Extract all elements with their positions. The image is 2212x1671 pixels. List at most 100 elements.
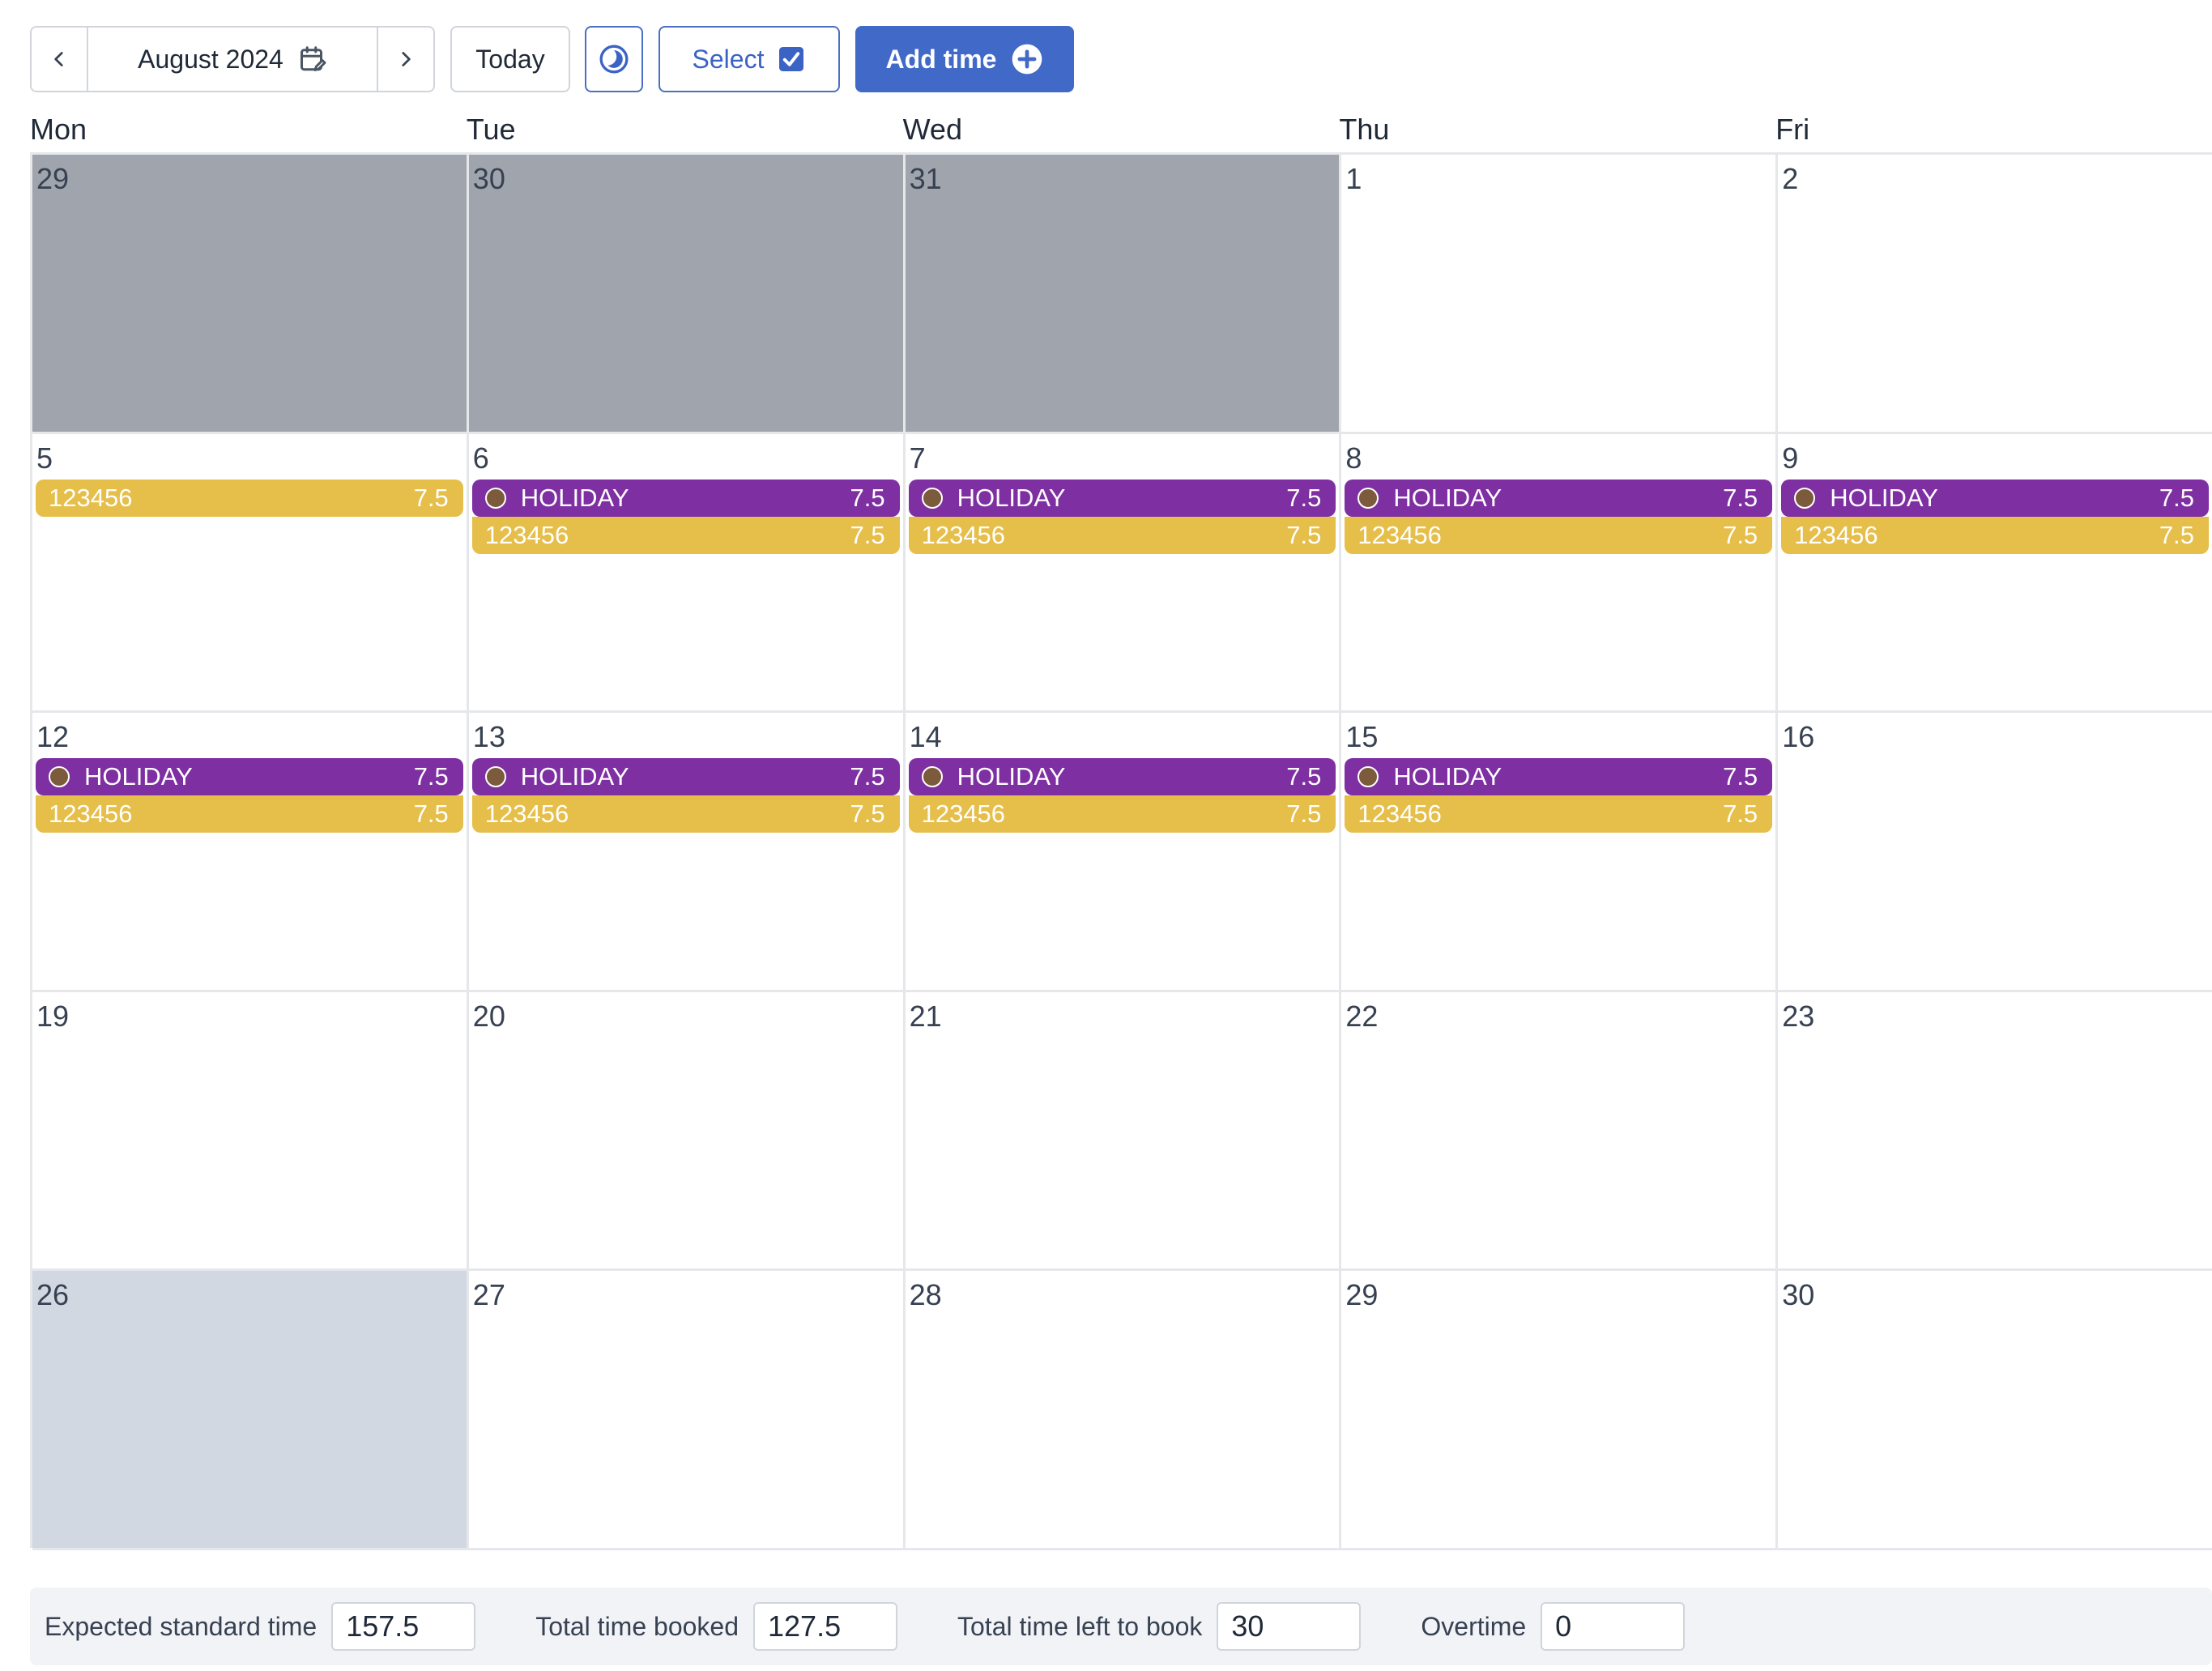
select-button[interactable]: Select bbox=[658, 26, 840, 92]
calendar-edit-icon bbox=[300, 46, 326, 71]
project-time-entry[interactable]: 123456 7.5 bbox=[471, 516, 900, 554]
day-cell[interactable]: 16 bbox=[1778, 713, 2212, 992]
holiday-entry[interactable]: HOLIDAY 7.5 bbox=[1781, 479, 2209, 517]
day-number: 16 bbox=[1782, 720, 1815, 754]
holiday-entry[interactable]: HOLIDAY 7.5 bbox=[36, 758, 463, 796]
time-entry-list: 123456 7.5 bbox=[36, 479, 463, 517]
total-time-booked: Total time booked bbox=[535, 1602, 897, 1651]
holiday-entry[interactable]: HOLIDAY 7.5 bbox=[1345, 479, 1773, 517]
entry-name: 123456 bbox=[484, 520, 569, 549]
day-number: 28 bbox=[909, 1278, 942, 1312]
day-cell[interactable]: 1 bbox=[1341, 155, 1779, 434]
project-time-entry[interactable]: 123456 7.5 bbox=[36, 479, 463, 517]
project-time-entry[interactable]: 123456 7.5 bbox=[908, 795, 1336, 833]
day-cell[interactable]: 2 bbox=[1778, 155, 2212, 434]
entry-name: HOLIDAY bbox=[1830, 483, 1938, 512]
entry-name: HOLIDAY bbox=[1393, 483, 1502, 512]
entry-name: 123456 bbox=[921, 799, 1006, 829]
entry-hours: 7.5 bbox=[850, 762, 885, 791]
total-time-left-label: Total time left to book bbox=[957, 1611, 1203, 1641]
day-cell[interactable]: 27 bbox=[468, 1271, 906, 1550]
expected-standard-time-field[interactable] bbox=[331, 1602, 476, 1651]
absence-status-icon bbox=[1357, 766, 1379, 788]
day-cell[interactable]: 20 bbox=[468, 991, 906, 1272]
absence-status-icon bbox=[1794, 487, 1816, 509]
project-time-entry[interactable]: 123456 7.5 bbox=[471, 795, 900, 833]
overtime: Overtime bbox=[1421, 1602, 1686, 1651]
calendar-toolbar: August 2024 Today Select Add time bbox=[30, 25, 1074, 93]
project-time-entry[interactable]: 123456 7.5 bbox=[1781, 516, 2209, 554]
day-cell[interactable]: 6 HOLIDAY 7.5 123456 7.5 bbox=[468, 433, 906, 714]
time-entry-list: HOLIDAY 7.5 123456 7.5 bbox=[908, 479, 1336, 554]
project-time-entry[interactable]: 123456 7.5 bbox=[1345, 795, 1773, 833]
entry-hours: 7.5 bbox=[1286, 483, 1322, 512]
holiday-entry[interactable]: HOLIDAY 7.5 bbox=[1345, 758, 1773, 796]
day-cell[interactable]: 21 bbox=[905, 991, 1342, 1272]
entry-name: 123456 bbox=[49, 483, 133, 512]
holiday-entry[interactable]: HOLIDAY 7.5 bbox=[908, 479, 1336, 517]
day-cell[interactable]: 19 bbox=[32, 991, 469, 1272]
day-cell[interactable]: 26 bbox=[32, 1271, 469, 1550]
previous-month-button[interactable] bbox=[32, 28, 87, 91]
entry-hours: 7.5 bbox=[413, 762, 449, 791]
month-grid: 29 30 31 1 2 5 123456 7.5 6 HOLIDAY 7.5 123456 7.5 7 H… bbox=[30, 152, 2212, 1550]
add-time-button[interactable]: Add time bbox=[855, 26, 1074, 92]
absence-status-icon bbox=[921, 487, 943, 509]
holiday-entry[interactable]: HOLIDAY 7.5 bbox=[908, 758, 1336, 796]
entry-hours: 7.5 bbox=[1286, 520, 1322, 549]
project-time-entry[interactable]: 123456 7.5 bbox=[908, 516, 1336, 554]
holiday-entry[interactable]: HOLIDAY 7.5 bbox=[471, 479, 900, 517]
total-time-left-field[interactable] bbox=[1217, 1602, 1362, 1651]
day-cell[interactable]: 30 bbox=[468, 155, 906, 434]
time-entry-list: HOLIDAY 7.5 123456 7.5 bbox=[471, 479, 900, 554]
entry-hours: 7.5 bbox=[2159, 483, 2194, 512]
day-cell[interactable]: 22 bbox=[1341, 991, 1779, 1272]
entry-name: HOLIDAY bbox=[520, 762, 629, 791]
plus-circle-icon bbox=[1012, 44, 1042, 75]
day-number: 7 bbox=[909, 441, 926, 475]
day-cell[interactable]: 7 HOLIDAY 7.5 123456 7.5 bbox=[905, 433, 1342, 714]
day-cell[interactable]: 29 bbox=[32, 155, 469, 434]
day-cell[interactable]: 9 HOLIDAY 7.5 123456 7.5 bbox=[1778, 433, 2212, 714]
absence-status-icon bbox=[49, 766, 70, 788]
entry-hours: 7.5 bbox=[413, 483, 449, 512]
time-entry-list: HOLIDAY 7.5 123456 7.5 bbox=[908, 758, 1336, 833]
next-month-button[interactable] bbox=[378, 28, 433, 91]
day-number: 29 bbox=[1345, 1278, 1379, 1312]
weekday-label: Mon bbox=[30, 113, 87, 146]
day-cell[interactable]: 30 bbox=[1778, 1271, 2212, 1550]
day-cell[interactable]: 14 HOLIDAY 7.5 123456 7.5 bbox=[905, 713, 1342, 992]
overtime-label: Overtime bbox=[1421, 1611, 1527, 1641]
today-button[interactable]: Today bbox=[450, 26, 570, 92]
overtime-field[interactable] bbox=[1541, 1602, 1686, 1651]
day-number: 27 bbox=[472, 1278, 505, 1312]
day-cell[interactable]: 23 bbox=[1778, 991, 2212, 1272]
day-cell[interactable]: 8 HOLIDAY 7.5 123456 7.5 bbox=[1341, 433, 1779, 714]
day-cell[interactable]: 29 bbox=[1341, 1271, 1779, 1550]
day-cell[interactable]: 28 bbox=[905, 1271, 1342, 1550]
entry-hours: 7.5 bbox=[1286, 762, 1322, 791]
entry-hours: 7.5 bbox=[413, 799, 449, 829]
holiday-entry[interactable]: HOLIDAY 7.5 bbox=[471, 758, 900, 796]
day-number: 19 bbox=[36, 999, 70, 1033]
project-time-entry[interactable]: 123456 7.5 bbox=[36, 795, 463, 833]
theme-toggle-button[interactable] bbox=[585, 26, 643, 92]
weekday-header-row: Mon Tue Wed Thu Fri bbox=[30, 112, 2212, 152]
entry-hours: 7.5 bbox=[1723, 799, 1758, 829]
time-entry-list: HOLIDAY 7.5 123456 7.5 bbox=[471, 758, 900, 833]
chevron-left-icon bbox=[54, 52, 63, 66]
day-cell[interactable]: 15 HOLIDAY 7.5 123456 7.5 bbox=[1341, 713, 1779, 992]
total-time-booked-field[interactable] bbox=[753, 1602, 897, 1651]
day-cell[interactable]: 5 123456 7.5 bbox=[32, 433, 469, 714]
month-picker-button[interactable]: August 2024 bbox=[87, 28, 378, 91]
entry-name: 123456 bbox=[1794, 520, 1878, 549]
entry-hours: 7.5 bbox=[1286, 799, 1322, 829]
day-cell[interactable]: 31 bbox=[905, 155, 1342, 434]
day-number: 14 bbox=[909, 720, 942, 754]
add-time-label: Add time bbox=[885, 44, 997, 74]
total-time-booked-label: Total time booked bbox=[535, 1611, 739, 1641]
day-number: 30 bbox=[1782, 1278, 1815, 1312]
day-cell[interactable]: 12 HOLIDAY 7.5 123456 7.5 bbox=[32, 713, 469, 992]
project-time-entry[interactable]: 123456 7.5 bbox=[1345, 516, 1773, 554]
day-cell[interactable]: 13 HOLIDAY 7.5 123456 7.5 bbox=[468, 713, 906, 992]
